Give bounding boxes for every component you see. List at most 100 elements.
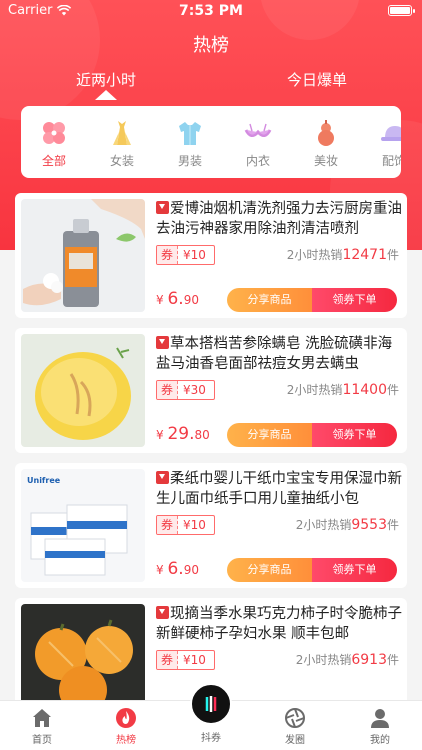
- category-all[interactable]: 全部: [26, 106, 82, 178]
- category-label: 内衣: [245, 154, 270, 168]
- sales-unit: 件: [386, 383, 399, 397]
- taobao-icon: [156, 201, 169, 214]
- product-title[interactable]: 爱博油烟机清洗剂强力去污厨房重油去油污神器家用除油剂清洁喷剂: [156, 199, 402, 239]
- coupon-badge: 券 ¥30: [156, 380, 215, 400]
- tabbar-home[interactable]: 首页: [0, 701, 84, 750]
- product-image[interactable]: Unifree: [21, 469, 145, 582]
- taobao-icon: [156, 336, 169, 349]
- sales-prefix: 2小时热销: [286, 383, 343, 397]
- price: ¥ 6.90: [156, 559, 199, 579]
- product-title-text: 爱博油烟机清洗剂强力去污厨房重油去油污神器家用除油剂清洁喷剂: [156, 201, 402, 237]
- product-image[interactable]: [21, 334, 145, 447]
- coupon-tag: 券: [157, 516, 179, 534]
- category-label: 配饰: [381, 154, 401, 168]
- hat-icon: [381, 126, 401, 141]
- sales-unit: 件: [386, 653, 399, 667]
- douyin-button[interactable]: [190, 683, 232, 725]
- product-title-text: 现摘当季水果巧克力柿子时令脆柿子新鲜硬柿子孕妇水果 顺丰包邮: [156, 606, 402, 642]
- sales-count: 6913: [351, 652, 387, 668]
- price-symbol: ¥: [156, 428, 164, 442]
- coupon-badge: 券 ¥10: [156, 245, 215, 265]
- sales-prefix: 2小时热销: [295, 518, 352, 532]
- tabbar-mine[interactable]: 我的: [338, 701, 422, 750]
- coupon-value: ¥30: [183, 383, 206, 397]
- category-accessories[interactable]: 配饰: [366, 106, 401, 178]
- product-card[interactable]: Unifree 柔纸巾婴儿干纸巾宝宝专用保湿巾新生儿面巾纸手口用儿童抽纸小包 券…: [15, 463, 407, 588]
- clock: 7:53 PM: [179, 3, 243, 19]
- product-card[interactable]: 爱博油烟机清洗剂强力去污厨房重油去油污神器家用除油剂清洁喷剂 券 ¥10 2小时热…: [15, 193, 407, 318]
- get-coupon-button[interactable]: 领券下单: [312, 288, 397, 312]
- battery-icon: [388, 5, 415, 16]
- tabbar-hot[interactable]: 热榜: [84, 701, 168, 750]
- category-men[interactable]: 男装: [162, 106, 218, 178]
- product-title[interactable]: 草本搭档苦参除螨皂 洗脸硫磺非海盐马油香皂面部祛痘女男去螨虫: [156, 334, 402, 374]
- coupon-value: ¥10: [183, 248, 206, 262]
- share-button[interactable]: 分享商品: [227, 288, 312, 312]
- gourd-icon: [318, 120, 334, 146]
- sales-info: 2小时热销11400件: [287, 380, 399, 400]
- shirt-icon: [179, 122, 201, 145]
- product-image[interactable]: [21, 199, 145, 312]
- share-button[interactable]: 分享商品: [227, 423, 312, 447]
- tabbar-label: 首页: [32, 735, 52, 746]
- get-coupon-button[interactable]: 领券下单: [312, 423, 397, 447]
- action-buttons: 分享商品 领券下单: [227, 288, 397, 312]
- category-women[interactable]: 女装: [94, 106, 150, 178]
- coupon-tag: 券: [157, 651, 179, 669]
- status-bar: Carrier 7:53 PM: [0, 0, 422, 22]
- coupon-tag: 券: [157, 246, 179, 264]
- user-icon: [371, 709, 389, 728]
- coupon-tag: 券: [157, 381, 179, 399]
- aperture-icon: [285, 708, 305, 728]
- get-coupon-button[interactable]: 领券下单: [312, 558, 397, 582]
- tab-label: 今日爆单: [286, 71, 347, 89]
- tabbar-moments[interactable]: 发圈: [253, 701, 337, 750]
- tab-recent-two-hours[interactable]: 近两小时: [36, 62, 176, 102]
- brand-logo-text: Unifree: [27, 476, 61, 485]
- sales-info: 2小时热销6913件: [296, 650, 399, 670]
- sales-unit: 件: [386, 248, 399, 262]
- price-decimal: 90: [183, 293, 199, 307]
- action-buttons: 分享商品 领券下单: [227, 558, 397, 582]
- home-icon: [33, 709, 51, 727]
- sales-count: 9553: [351, 517, 387, 533]
- sales-info: 2小时热销12471件: [287, 245, 399, 265]
- sales-unit: 件: [386, 518, 399, 532]
- category-label: 男装: [177, 154, 202, 168]
- time-range-tabs: 近两小时 今日爆单: [0, 62, 422, 104]
- price: ¥ 6.90: [156, 289, 199, 309]
- coupon-value: ¥10: [183, 653, 206, 667]
- taobao-icon: [156, 471, 169, 484]
- flame-icon: [116, 708, 136, 728]
- product-title[interactable]: 柔纸巾婴儿干纸巾宝宝专用保湿巾新生儿面巾纸手口用儿童抽纸小包: [156, 469, 402, 509]
- price-integer: 6.: [167, 289, 184, 309]
- all-icon: [43, 122, 65, 144]
- tab-today-hot[interactable]: 今日爆单: [247, 62, 387, 102]
- tab-label: 近两小时: [75, 71, 136, 89]
- price-decimal: 90: [183, 563, 199, 577]
- category-label: 美妆: [313, 154, 338, 168]
- product-title-text: 草本搭档苦参除螨皂 洗脸硫磺非海盐马油香皂面部祛痘女男去螨虫: [156, 336, 393, 372]
- sales-prefix: 2小时热销: [295, 653, 352, 667]
- category-beauty[interactable]: 美妆: [298, 106, 354, 178]
- price-symbol: ¥: [156, 293, 164, 307]
- action-buttons: 分享商品 领券下单: [227, 423, 397, 447]
- coupon-badge: 券 ¥10: [156, 650, 215, 670]
- product-title[interactable]: 现摘当季水果巧克力柿子时令脆柿子新鲜硬柿子孕妇水果 顺丰包邮: [156, 604, 402, 644]
- category-bar[interactable]: 全部 女装 男装 内衣 美妆 配饰: [21, 106, 401, 178]
- product-title-text: 柔纸巾婴儿干纸巾宝宝专用保湿巾新生儿面巾纸手口用儿童抽纸小包: [156, 471, 402, 507]
- taobao-icon: [156, 606, 169, 619]
- price-decimal: 80: [194, 428, 210, 442]
- price-symbol: ¥: [156, 563, 164, 577]
- product-card[interactable]: 草本搭档苦参除螨皂 洗脸硫磺非海盐马油香皂面部祛痘女男去螨虫 券 ¥30 2小时热…: [15, 328, 407, 453]
- share-button[interactable]: 分享商品: [227, 558, 312, 582]
- product-image[interactable]: [21, 604, 145, 708]
- category-underwear[interactable]: 内衣: [230, 106, 286, 178]
- coupon-badge: 券 ¥10: [156, 515, 215, 535]
- dress-icon: [113, 121, 131, 145]
- tabbar-label: 发圈: [285, 735, 305, 746]
- sales-info: 2小时热销9553件: [296, 515, 399, 535]
- price: ¥ 29.80: [156, 424, 210, 444]
- category-label: 女装: [109, 154, 134, 168]
- douyin-icon: [205, 696, 217, 712]
